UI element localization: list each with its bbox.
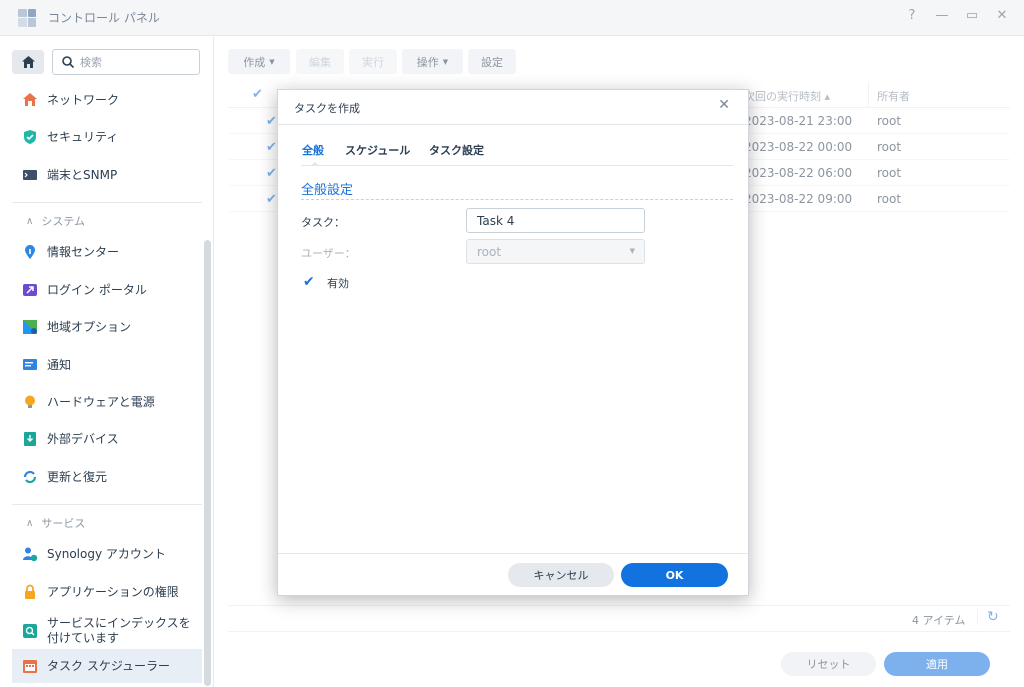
lock-icon: [22, 584, 38, 600]
section-header-label: システム: [41, 215, 85, 228]
maximize-icon[interactable]: ▭: [964, 8, 980, 23]
close-icon[interactable]: ✕: [994, 8, 1010, 23]
enabled-checkbox[interactable]: ✔: [303, 275, 318, 290]
divider: [301, 199, 733, 200]
calendar-icon: [22, 658, 38, 674]
chevron-up-icon: ∧: [26, 517, 34, 529]
sidebar-scrollbar[interactable]: [204, 240, 211, 686]
sidebar-item-login-portal[interactable]: ログイン ポータル: [12, 273, 202, 307]
user-value: root: [477, 244, 502, 259]
house-network-icon: [22, 92, 38, 108]
active-tab-indicator: [301, 162, 327, 166]
sidebar-item-label: 更新と復元: [47, 469, 108, 484]
sidebar-item-label: タスク スケジューラー: [47, 658, 170, 673]
create-task-dialog: タスクを作成 ✕ 全般 スケジュール タスク設定 全般設定 タスク： Task …: [277, 89, 749, 596]
update-icon: [22, 469, 38, 485]
sidebar-item-label: サービスにインデックスを付けています: [47, 616, 191, 645]
sidebar-item-terminal-snmp[interactable]: 端末とSNMP: [12, 158, 202, 192]
cancel-button[interactable]: キャンセル: [508, 563, 614, 587]
close-icon[interactable]: ✕: [718, 97, 730, 113]
divider: [278, 124, 748, 125]
control-panel-icon: [18, 8, 36, 27]
sidebar-item-indexing-service[interactable]: サービスにインデックスを付けています: [12, 612, 202, 650]
caret-down-icon: ▼: [629, 247, 635, 255]
divider: [278, 553, 748, 554]
account-icon: [22, 546, 38, 562]
sidebar-item-update-restore[interactable]: 更新と復元: [12, 460, 202, 494]
tab-task-settings[interactable]: タスク設定: [429, 142, 484, 158]
sidebar-item-notification[interactable]: 通知: [12, 348, 202, 382]
info-icon: [22, 244, 38, 260]
terminal-icon: [22, 167, 38, 183]
search-input[interactable]: [80, 55, 180, 69]
sidebar-item-hardware-power[interactable]: ハードウェアと電源: [12, 385, 202, 419]
user-select: root ▼: [466, 239, 645, 264]
sidebar-item-label: ログイン ポータル: [47, 282, 147, 297]
sidebar-item-task-scheduler[interactable]: タスク スケジューラー: [12, 649, 202, 683]
sidebar-item-network[interactable]: ネットワーク: [12, 83, 202, 117]
task-name-input[interactable]: Task 4: [466, 208, 645, 233]
sidebar-item-label: 地域オプション: [47, 319, 132, 334]
title-bar: コントロール パネル ? — ▭ ✕: [0, 0, 1024, 36]
sidebar-item-label: セキュリティ: [47, 129, 119, 144]
shield-icon: [22, 129, 38, 145]
sidebar-item-external-devices[interactable]: 外部デバイス: [12, 422, 202, 456]
external-device-icon: [22, 431, 38, 447]
enabled-label: 有効: [327, 277, 349, 290]
home-button[interactable]: [12, 50, 44, 74]
section-header-system[interactable]: ∧ システム: [26, 213, 85, 229]
notification-icon: [22, 357, 38, 373]
sidebar-item-info-center[interactable]: 情報センター: [12, 235, 202, 269]
minimize-icon[interactable]: —: [934, 8, 950, 23]
section-title: 全般設定: [301, 183, 354, 198]
sidebar-item-app-privileges[interactable]: アプリケーションの権限: [12, 575, 202, 609]
search-icon: [62, 56, 74, 68]
task-name-value: Task 4: [477, 213, 515, 228]
sidebar-item-synology-account[interactable]: Synology アカウント: [12, 537, 202, 571]
sidebar-item-label: ネットワーク: [47, 92, 120, 107]
home-icon: [21, 56, 35, 68]
sidebar-item-label: ハードウェアと電源: [47, 394, 155, 409]
region-icon: [22, 319, 38, 335]
sidebar-item-label: Synology アカウント: [47, 546, 166, 561]
tab-schedule[interactable]: スケジュール: [345, 142, 410, 158]
task-label: タスク：: [301, 216, 345, 229]
index-icon: [22, 623, 38, 639]
dialog-title: タスクを作成: [294, 102, 360, 115]
sidebar-item-label: 外部デバイス: [47, 431, 119, 446]
tab-bar-line: [301, 165, 733, 166]
sidebar-item-label: アプリケーションの権限: [47, 584, 179, 599]
tab-general[interactable]: 全般: [302, 142, 324, 158]
sidebar-item-label: 通知: [47, 357, 72, 372]
sidebar: ネットワーク セキュリティ 端末とSNMP ∧ システム 情報センター ログイン…: [0, 37, 214, 687]
help-icon[interactable]: ?: [904, 8, 920, 23]
section-header-services[interactable]: ∧ サービス: [26, 515, 85, 531]
chevron-up-icon: ∧: [26, 215, 34, 227]
bulb-icon: [22, 394, 38, 410]
divider: [12, 202, 202, 203]
section-header-label: サービス: [41, 517, 86, 530]
sidebar-item-regional-options[interactable]: 地域オプション: [12, 310, 202, 344]
sidebar-item-label: 端末とSNMP: [47, 167, 118, 182]
login-portal-icon: [22, 282, 38, 298]
divider: [12, 504, 202, 505]
sidebar-item-security[interactable]: セキュリティ: [12, 120, 202, 154]
sidebar-item-label: 情報センター: [47, 244, 120, 259]
search-box[interactable]: [52, 49, 200, 75]
user-label: ユーザー：: [301, 247, 356, 260]
ok-button[interactable]: OK: [621, 563, 728, 587]
window-controls: ? — ▭ ✕: [904, 8, 1010, 23]
window-title: コントロール パネル: [48, 11, 160, 25]
